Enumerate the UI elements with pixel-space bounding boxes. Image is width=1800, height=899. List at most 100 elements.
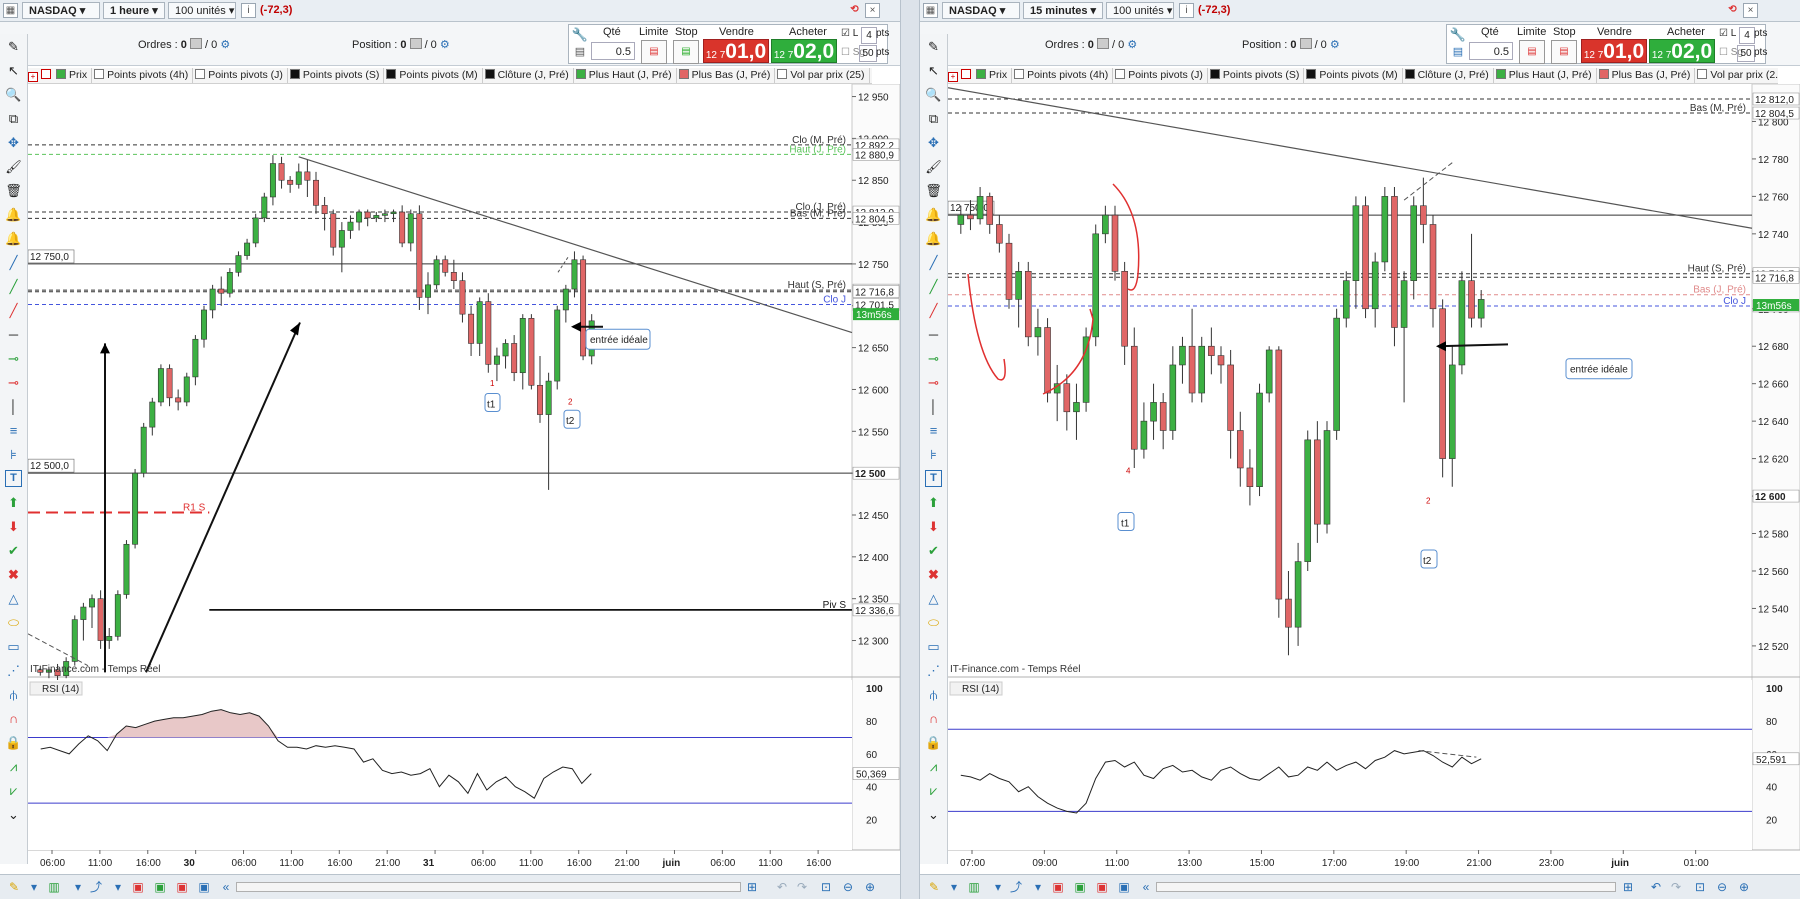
zoom-out-icon[interactable]: ⊖ [1714, 879, 1730, 895]
fib-fan-icon[interactable]: ⊧ [925, 446, 942, 463]
candle[interactable] [1111, 205, 1119, 281]
cursor-icon[interactable]: ↖ [5, 62, 22, 79]
pencil-icon[interactable]: ✎ [5, 38, 22, 55]
expand-toolbar-icon[interactable]: ⌄ [5, 806, 22, 823]
arrow-down-icon[interactable]: ⬇ [925, 518, 942, 535]
candle[interactable] [1381, 187, 1389, 272]
info-icon[interactable]: i [241, 3, 256, 18]
candle[interactable] [485, 293, 492, 373]
scrollbar[interactable] [236, 882, 741, 892]
ray-icon[interactable]: ╱ [925, 302, 942, 319]
chart-menu-icon[interactable]: ▦ [3, 3, 18, 18]
price-chart[interactable]: 12 95012 90012 85012 80012 75012 70012 6… [28, 84, 900, 874]
settings-icon[interactable]: ⚙ [1330, 39, 1340, 51]
lock-icon[interactable] [1299, 38, 1312, 49]
pts-input-1[interactable]: 4 [861, 27, 877, 44]
units-selector[interactable]: 100 unités ▾ [168, 2, 236, 19]
pts-input-2[interactable]: 50 [859, 45, 877, 62]
timeframe-selector[interactable]: 15 minutes ▾ [1023, 2, 1103, 19]
sell-button[interactable]: 12 701,0 [1581, 39, 1647, 63]
alert-icon[interactable]: 🔔 [5, 206, 22, 223]
dropdown-icon[interactable]: ▾ [990, 879, 1006, 895]
candle[interactable] [123, 540, 130, 599]
move-icon[interactable]: ✥ [5, 134, 22, 151]
candle[interactable] [1323, 421, 1331, 534]
settings-icon[interactable]: ⚙ [1127, 39, 1137, 51]
pitchfork-icon[interactable]: ⫛ [925, 686, 942, 703]
zoom-box-icon[interactable]: ⊞ [744, 879, 760, 895]
candle[interactable] [1082, 327, 1090, 412]
indicator-3-icon[interactable]: ▣ [1094, 879, 1110, 895]
pane-divider[interactable] [900, 0, 920, 899]
line-tool-icon[interactable]: ╱ [925, 254, 942, 271]
legend-item[interactable]: Points pivots (S) [1208, 68, 1305, 83]
candle[interactable] [1256, 383, 1263, 497]
candle[interactable] [97, 590, 104, 649]
share-icon[interactable]: ⤴ [1008, 879, 1024, 895]
zoom-in-icon[interactable]: ⊕ [862, 879, 878, 895]
alert-icon[interactable]: 🔔 [925, 206, 942, 223]
candle[interactable] [183, 372, 190, 407]
brush-icon[interactable]: 🖌 [925, 158, 942, 175]
copy-icon[interactable]: ⧉ [5, 110, 22, 127]
candle[interactable] [1005, 233, 1013, 309]
arrow-up-icon[interactable]: ⬆ [5, 494, 22, 511]
move-icon[interactable]: ✥ [925, 134, 942, 151]
hray2-icon[interactable]: ⊸ [925, 374, 942, 391]
text-tool-icon[interactable]: T [925, 470, 942, 487]
candle[interactable] [1458, 271, 1466, 375]
plot-area[interactable] [28, 84, 852, 674]
legend-item[interactable]: Points pivots (M) [384, 68, 483, 83]
legend-controls[interactable]: + [948, 69, 974, 82]
chart-down-icon[interactable]: ⩗ [925, 782, 942, 799]
ray-icon[interactable]: ╱ [5, 302, 22, 319]
indicator-2-icon[interactable]: ▣ [1072, 879, 1088, 895]
brush-icon[interactable]: 🖌 [5, 158, 22, 175]
candle[interactable] [580, 255, 587, 361]
legend-item[interactable]: Plus Haut (J, Pré) [574, 68, 677, 83]
line-tool-icon[interactable]: ╱ [5, 254, 22, 271]
stop-order-button[interactable]: ▤ [1551, 40, 1577, 64]
fib-icon[interactable]: ≡ [5, 422, 22, 439]
scrollbar[interactable] [1156, 882, 1616, 892]
undo-icon[interactable]: ↶ [1648, 879, 1664, 895]
rsi-panel[interactable] [28, 680, 852, 850]
instrument-selector[interactable]: NASDAQ ▾ [22, 2, 100, 19]
ellipse-icon[interactable]: ⬭ [925, 614, 942, 631]
legend-item[interactable]: Vol par prix (25) [775, 68, 870, 83]
wrench-icon[interactable]: 🔧 [571, 27, 589, 45]
arrow-up-icon[interactable]: ⬆ [925, 494, 942, 511]
lock-drawing-icon[interactable]: 🔒 [5, 734, 22, 751]
chart-up-icon[interactable]: ⩘ [5, 758, 22, 775]
indicator-1-icon[interactable]: ▣ [1050, 879, 1066, 895]
candle[interactable] [157, 364, 164, 407]
undo-icon[interactable]: ↶ [774, 879, 790, 895]
pencil-draw-icon[interactable]: ✎ [6, 879, 22, 895]
close-icon[interactable]: × [1743, 3, 1758, 18]
triangle-icon[interactable]: △ [925, 590, 942, 607]
legend-item[interactable]: Points pivots (J) [1113, 68, 1208, 83]
legend-item[interactable]: Plus Haut (J, Pré) [1494, 68, 1597, 83]
lock-icon[interactable] [189, 38, 202, 49]
candle[interactable] [1024, 261, 1032, 347]
rsi-panel[interactable] [948, 680, 1752, 850]
zoom-in-icon[interactable]: ⊕ [1736, 879, 1752, 895]
triangle-icon[interactable]: △ [5, 590, 22, 607]
instrument-selector[interactable]: NASDAQ ▾ [942, 2, 1020, 19]
lock-drawing-icon[interactable]: 🔒 [925, 734, 942, 751]
limit-order-button[interactable]: ▤ [1519, 40, 1545, 64]
scroll-left-icon[interactable]: « [1138, 879, 1154, 895]
pencil-draw-icon[interactable]: ✎ [926, 879, 942, 895]
qty-input[interactable]: 0.5 [591, 42, 635, 60]
check-icon[interactable]: ✔ [925, 542, 942, 559]
trash-icon[interactable]: 🗑 [925, 182, 942, 199]
legend-item[interactable]: Points pivots (4h) [92, 68, 194, 83]
pts-input-2[interactable]: 50 [1737, 45, 1755, 62]
refresh-icon[interactable]: ⟲ [847, 3, 862, 18]
lock-icon[interactable] [1096, 38, 1109, 49]
sell-button[interactable]: 12 701,0 [703, 39, 769, 63]
legend-item[interactable]: Clôture (J, Pré) [483, 68, 574, 83]
keypad-icon[interactable]: ▤ [1449, 45, 1467, 61]
indicator-1-icon[interactable]: ▣ [130, 879, 146, 895]
dropdown-icon[interactable]: ▾ [70, 879, 86, 895]
